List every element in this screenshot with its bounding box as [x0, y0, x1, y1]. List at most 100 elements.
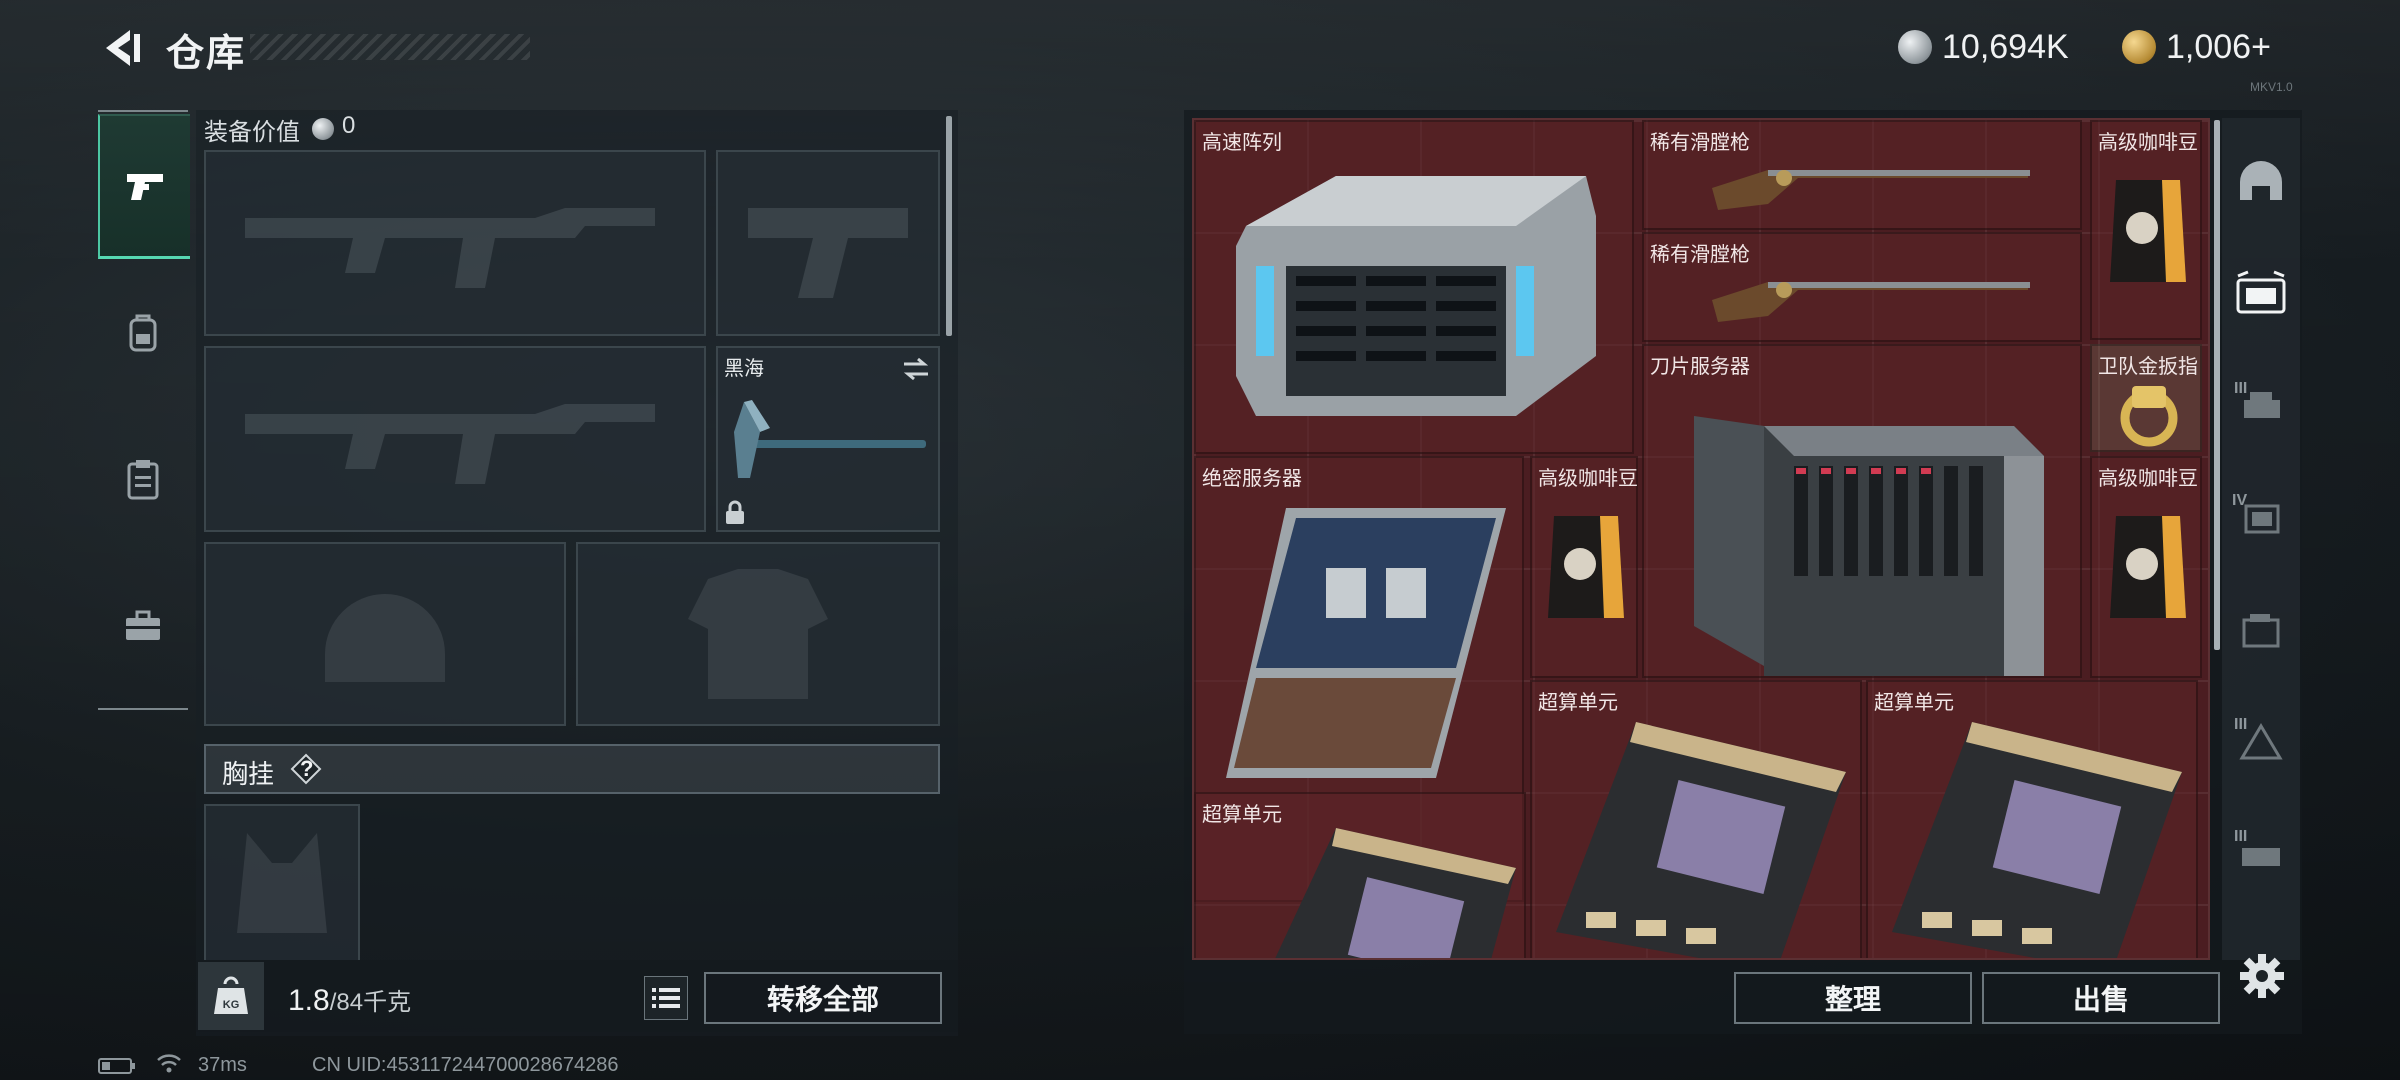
stash-item[interactable]: 超算单元 [1530, 680, 1862, 958]
stash-item[interactable]: 超算单元 [1194, 792, 1526, 958]
sidearm-slot[interactable] [716, 150, 940, 336]
melee-slot[interactable]: 黑海 [716, 346, 940, 532]
stash-grid: 高速阵列 稀有滑膛枪 稀有滑膛枪 高级咖啡豆 卫队金扳指 刀片服务器 绝密服务器… [1192, 118, 2210, 960]
item-name: 超算单元 [1874, 692, 1954, 714]
tab-divider [98, 708, 188, 710]
helmet-silhouette-icon [206, 544, 564, 724]
armor-slot[interactable] [576, 542, 940, 726]
stash-item[interactable]: 超算单元 [1866, 680, 2198, 958]
stash-item[interactable]: 稀有滑膛枪 [1642, 232, 2082, 342]
ping-readout: 37ms [198, 1054, 247, 1076]
chest-rig-label: 胸挂 [222, 759, 275, 789]
equipment-value-label: 装备价值 [204, 119, 300, 146]
item-name: 高级咖啡豆 [1538, 468, 1638, 490]
pistol-silhouette-icon [718, 152, 938, 334]
stash-item[interactable]: 高级咖啡豆 [2090, 456, 2202, 678]
coffee-bag-icon [2110, 516, 2186, 618]
title-decoration [250, 34, 530, 60]
weight-capacity: /84千克 [329, 989, 412, 1016]
storage-array-icon [1236, 176, 1596, 416]
gear-icon [2240, 954, 2284, 998]
stash-item[interactable]: 高速阵列 [1194, 120, 1634, 454]
tab-toolbox[interactable] [98, 556, 188, 696]
help-mark: ? [300, 756, 314, 781]
swap-icon[interactable] [900, 356, 932, 382]
item-name: 刀片服务器 [1650, 356, 1750, 378]
stash-tab-7[interactable]: III [2222, 798, 2300, 910]
stash-item[interactable]: 稀有滑膛枪 [1642, 120, 2082, 230]
stash-tab-1[interactable] [2222, 126, 2300, 238]
coffee-bag-icon [1548, 516, 1624, 618]
tab-backpack[interactable] [98, 264, 188, 404]
item-name: 绝密服务器 [1202, 468, 1302, 490]
stash-scrollbar[interactable] [2214, 120, 2220, 650]
stash-tab-2[interactable] [2222, 238, 2300, 350]
wifi-icon [157, 1054, 181, 1073]
battery-icon [98, 1058, 135, 1074]
chest-rig-tab-icon [2236, 270, 2286, 314]
settings-button[interactable] [2236, 950, 2288, 1002]
equipment-scrollbar[interactable] [946, 116, 952, 336]
gpu-module-icon [1556, 722, 1846, 958]
item-name: 高速阵列 [1202, 132, 1282, 154]
secondary-weapon-slot[interactable] [204, 346, 706, 532]
toolbox-icon [126, 610, 160, 640]
page-title: 仓库 [166, 33, 247, 75]
pickaxe-icon [734, 400, 926, 478]
list-view-button[interactable] [644, 976, 688, 1020]
sort-button[interactable]: 整理 [1734, 972, 1972, 1024]
svg-text:KG: KG [223, 999, 240, 1011]
tab-divider [98, 110, 188, 112]
melee-item-name: 黑海 [724, 358, 764, 380]
stash-category-tabs: III IV III III [2222, 118, 2300, 960]
lock-icon [726, 500, 744, 524]
item-name: 高级咖啡豆 [2098, 132, 2198, 154]
stash-box-icon [2242, 614, 2280, 648]
stash-item[interactable]: 刀片服务器 [1642, 344, 2082, 678]
weight-current: 1.8 [288, 984, 330, 1017]
currency-gold-value: 1,006+ [2166, 27, 2271, 66]
helmet-arch-icon [2240, 161, 2282, 200]
stash-tab-3[interactable]: III [2222, 350, 2300, 462]
transfer-all-button[interactable]: 转移全部 [704, 972, 942, 1024]
silver-coin-icon [312, 118, 334, 140]
armor-vest-silhouette-icon [578, 544, 938, 724]
equipment-value: 0 [342, 112, 356, 139]
stash-item[interactable]: 高级咖啡豆 [2090, 120, 2202, 340]
currency-gold[interactable]: 1,006+ [2122, 24, 2271, 70]
kg-weight-icon: KG [214, 976, 248, 1014]
gpu-module-icon [1275, 828, 1516, 958]
musket-icon [1712, 282, 2030, 322]
blade-server-icon [1694, 416, 2044, 676]
server-board-icon [1226, 508, 1506, 778]
back-arrow-icon [106, 30, 140, 66]
stash-tab-4[interactable]: IV [2222, 462, 2300, 574]
backpack-icon [129, 314, 157, 352]
item-name: 超算单元 [1538, 692, 1618, 714]
stash-item[interactable]: 卫队金扳指 [2090, 344, 2202, 452]
uid-readout: CN UID:453117244700028674286 [312, 1054, 619, 1076]
stash-item[interactable]: 高级咖啡豆 [1530, 456, 1638, 678]
currency-silver[interactable]: 10,694K [1898, 24, 2069, 70]
back-button[interactable] [96, 22, 148, 74]
tab-clipboard[interactable] [98, 410, 188, 550]
rifle-silhouette-icon [206, 152, 704, 334]
stash-tab-6[interactable]: III [2222, 686, 2300, 798]
helmet-slot[interactable] [204, 542, 566, 726]
chest-rig-silhouette-icon [206, 806, 358, 960]
version-tag: MKV1.0 [2250, 80, 2293, 94]
chest-rig-help-button[interactable]: ? [290, 753, 322, 785]
list-icon [652, 988, 680, 1008]
left-category-tabs [98, 110, 190, 710]
weight-icon-box: KG [198, 962, 264, 1030]
primary-weapon-slot[interactable] [204, 150, 706, 336]
gold-coin-icon [2122, 30, 2156, 64]
currency-silver-value: 10,694K [1942, 27, 2069, 66]
chest-rig-slot[interactable] [204, 804, 360, 960]
item-name: 卫队金扳指 [2098, 356, 2198, 378]
sell-button[interactable]: 出售 [1982, 972, 2220, 1024]
musket-icon [1712, 170, 2030, 210]
tab-weapons[interactable] [98, 114, 190, 259]
pistol-icon [127, 174, 163, 200]
stash-tab-5[interactable] [2222, 574, 2300, 686]
